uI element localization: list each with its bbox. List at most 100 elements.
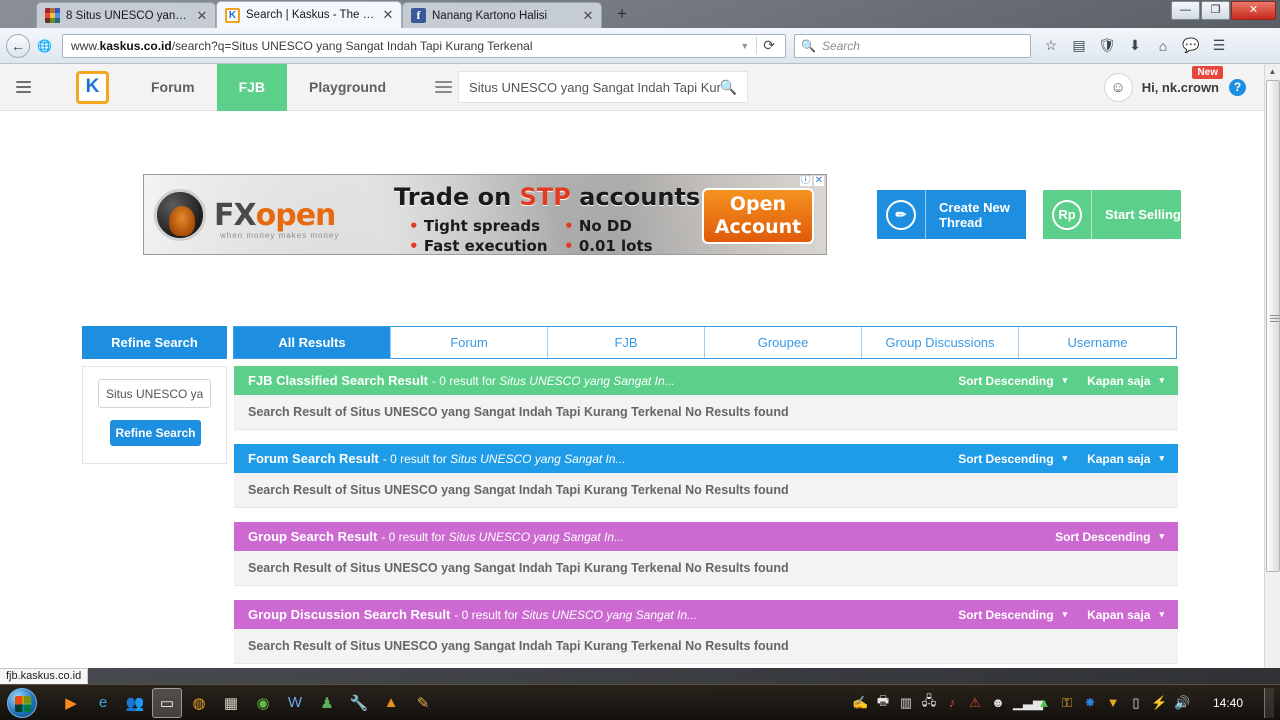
address-bar[interactable]: www.kaskus.co.id/search?q=Situs UNESCO y… — [62, 33, 786, 58]
facebook-icon: f — [411, 8, 426, 23]
battery-icon[interactable]: ▯ — [1128, 695, 1144, 711]
tab-fjb[interactable]: FJB — [548, 327, 705, 358]
close-icon[interactable]: ✕ — [581, 9, 595, 22]
browser-tab-title: 8 Situs UNESCO yang Sang... — [66, 9, 191, 22]
warning-icon[interactable]: ⚠ — [967, 695, 983, 711]
tab-forum[interactable]: Forum — [391, 327, 548, 358]
media-player-icon[interactable]: ▶ — [56, 688, 86, 718]
reload-button[interactable]: ⟳ — [756, 37, 781, 54]
calendar-icon[interactable]: ▦ — [216, 688, 246, 718]
time-filter-dropdown[interactable]: Kapan saja ▾ — [1087, 452, 1164, 466]
close-icon[interactable]: ✕ — [381, 8, 395, 21]
chevron-down-icon: ▾ — [1159, 453, 1164, 463]
shield-icon[interactable]: 🛡 — [1093, 37, 1121, 54]
nav-item-forum[interactable]: Forum — [129, 64, 217, 111]
search-category-button[interactable] — [428, 78, 458, 96]
maximize-button[interactable]: ❐ — [1201, 1, 1230, 20]
bookmark-star-icon[interactable]: ☆ — [1037, 37, 1065, 54]
paint-icon[interactable]: ✎ — [408, 688, 438, 718]
scrollbar-thumb[interactable] — [1266, 80, 1280, 572]
downloads-icon[interactable]: ⬇ — [1121, 37, 1149, 54]
tab-username[interactable]: Username — [1019, 327, 1176, 358]
download-icon[interactable]: ▼ — [1105, 695, 1121, 710]
site-search-input[interactable]: Situs UNESCO yang Sangat Indah Tapi Kura… — [458, 71, 749, 103]
document-icon[interactable]: ▭ — [152, 687, 182, 718]
triangle-icon[interactable]: ▲ — [1036, 695, 1052, 710]
start-selling-button[interactable]: Rp Start Selling — [1043, 190, 1181, 239]
reader-icon[interactable]: ▤ — [1065, 37, 1093, 54]
network-icon[interactable]: 🖧 — [921, 692, 937, 714]
fxopen-bullet-1: Tight spreads — [409, 217, 540, 235]
printer-icon[interactable]: 🖶 — [875, 692, 891, 714]
nav-item-fjb[interactable]: FJB — [216, 64, 288, 111]
refine-search-button[interactable]: Refine Search — [82, 326, 227, 359]
fxopen-cta-button[interactable]: Open Account — [702, 188, 814, 244]
chevron-down-icon[interactable]: ▼ — [733, 41, 756, 51]
word-icon[interactable]: W — [280, 688, 310, 718]
internet-explorer-icon[interactable]: e — [88, 688, 118, 718]
browser-search-input[interactable]: 🔍 Search — [794, 33, 1031, 58]
pdf-icon[interactable]: ♪ — [944, 695, 960, 710]
start-button[interactable] — [2, 686, 42, 720]
face-icon[interactable]: ☻ — [990, 695, 1006, 710]
minimize-button[interactable]: — — [1171, 1, 1200, 20]
sort-descending-dropdown[interactable]: Sort Descending ▾ — [958, 374, 1067, 388]
antivirus-icon[interactable]: ◉ — [248, 688, 278, 718]
back-button[interactable]: ← — [6, 33, 30, 58]
tools-icon[interactable]: 🔧 — [344, 688, 374, 718]
chart-icon[interactable]: ▥ — [898, 695, 914, 711]
menu-icon[interactable]: ☰ — [1205, 37, 1233, 54]
key-icon[interactable]: ⚿ — [1059, 695, 1075, 711]
show-desktop-button[interactable] — [1264, 687, 1274, 718]
ad-close-icon[interactable]: ✕ — [813, 176, 824, 186]
notepad-icon[interactable]: ✍ — [852, 695, 868, 711]
site-menu-button[interactable] — [0, 64, 47, 111]
sort-descending-dropdown[interactable]: Sort Descending ▾ — [958, 452, 1067, 466]
rupiah-icon: Rp — [1043, 190, 1092, 239]
signal-icon[interactable]: ▁▃▅ — [1013, 695, 1043, 711]
vlc-icon[interactable]: ▲ — [376, 688, 406, 718]
help-icon[interactable]: ? — [1229, 79, 1246, 96]
ad-info-icon[interactable]: ⓘ — [799, 176, 812, 186]
people-icon[interactable]: 👥 — [120, 688, 150, 718]
new-tab-button[interactable]: + — [610, 4, 634, 26]
close-icon[interactable]: ✕ — [195, 9, 209, 22]
bluetooth-icon[interactable]: ✸ — [1082, 695, 1098, 711]
page-scrollbar[interactable]: ▲ — [1264, 64, 1280, 668]
taskbar-pinned-items: ▶ e 👥 ▭ ◍ ▦ ◉ W ♟ 🔧 ▲ ✎ — [56, 687, 438, 718]
browser-tab-2[interactable]: K Search | Kaskus - The Large... ✕ — [216, 1, 402, 28]
browser-tab-1[interactable]: 8 Situs UNESCO yang Sang... ✕ — [36, 2, 216, 28]
site-identity-icon[interactable]: 🌐 — [34, 35, 55, 56]
volume-icon[interactable]: 🔊 — [1174, 695, 1190, 711]
time-filter-dropdown[interactable]: Kapan saja ▾ — [1087, 608, 1164, 622]
hamburger-icon — [16, 78, 31, 96]
create-new-thread-button[interactable]: ✏ Create New Thread — [877, 190, 1026, 239]
scroll-up-icon[interactable]: ▲ — [1265, 64, 1280, 80]
time-filter-dropdown[interactable]: Kapan saja ▾ — [1087, 374, 1164, 388]
browser-tab-3[interactable]: f Nanang Kartono Halisi ✕ — [402, 2, 602, 28]
user-area[interactable]: ☺ Hi, nk.crown ? New — [1103, 64, 1246, 111]
firefox-icon[interactable]: ◍ — [184, 688, 214, 718]
chat-icon[interactable]: 💬 — [1177, 37, 1205, 54]
close-window-button[interactable]: ✕ — [1231, 1, 1276, 20]
tab-group-discussions[interactable]: Group Discussions — [862, 327, 1019, 358]
nav-item-playground[interactable]: Playground — [287, 64, 408, 111]
refine-search-submit[interactable]: Refine Search — [110, 420, 201, 446]
taskbar-clock[interactable]: 14:40 — [1207, 696, 1249, 710]
browser-toolbar-icons: ☆ ▤ 🛡 ⬇ ⌂ 💬 ☰ — [1037, 37, 1233, 54]
result-title: FJB Classified Search Result — [248, 373, 428, 388]
search-icon[interactable]: 🔍 — [720, 79, 737, 96]
sort-descending-dropdown[interactable]: Sort Descending ▾ — [1055, 530, 1164, 544]
home-icon[interactable]: ⌂ — [1149, 38, 1177, 54]
result-meta: - 0 result for Situs UNESCO yang Sangat … — [431, 373, 675, 388]
flash-icon[interactable]: ⚡ — [1151, 695, 1167, 711]
windows-logo-icon — [7, 687, 37, 718]
tab-groupee[interactable]: Groupee — [705, 327, 862, 358]
game-icon[interactable]: ♟ — [312, 688, 342, 718]
refine-search-input[interactable] — [98, 379, 211, 408]
kaskus-logo[interactable]: K — [76, 70, 109, 104]
fxopen-ad-banner[interactable]: FXopen when money makes money Trade on S… — [143, 174, 827, 255]
avatar[interactable]: ☺ — [1103, 73, 1133, 102]
tab-all-results[interactable]: All Results — [234, 327, 391, 358]
sort-descending-dropdown[interactable]: Sort Descending ▾ — [958, 608, 1067, 622]
